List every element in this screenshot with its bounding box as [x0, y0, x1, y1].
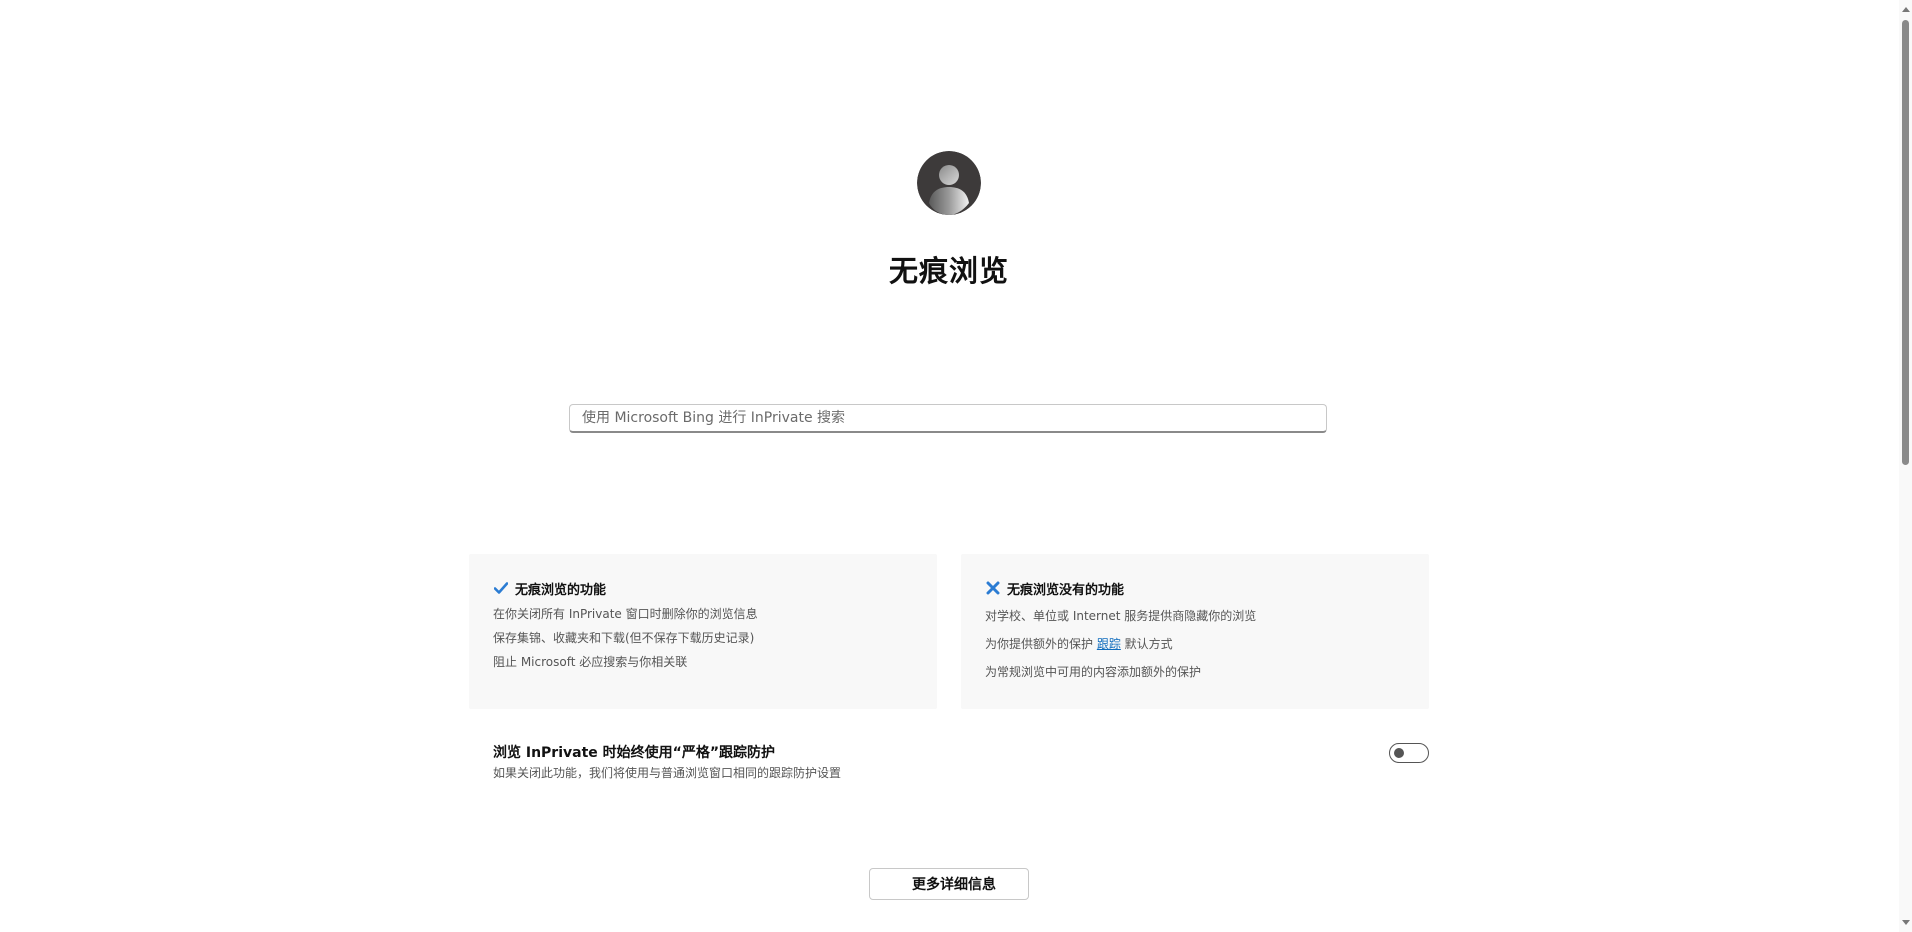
strict-tracking-description: 如果关闭此功能，我们将使用与普通浏览窗口相同的跟踪防护设置: [493, 766, 842, 780]
features-item: 阻止 Microsoft 必应搜索与你相关联: [493, 655, 688, 669]
features-item: 在你关闭所有 InPrivate 窗口时删除你的浏览信息: [493, 607, 758, 621]
page-title: 无痕浏览: [888, 254, 1009, 288]
strict-tracking-title: 浏览 InPrivate 时始终使用“严格”跟踪防护: [493, 745, 776, 761]
avatar-graphic: [917, 151, 981, 215]
more-details-button[interactable]: 更多详细信息: [869, 868, 1029, 900]
user-avatar-icon: [917, 151, 981, 215]
limits-card-title: 无痕浏览没有的功能: [1007, 582, 1125, 598]
strict-tracking-setting: 浏览 InPrivate 时始终使用“严格”跟踪防护 如果关闭此功能，我们将使用…: [493, 743, 1429, 787]
limits-item: 为常规浏览中可用的内容添加额外的保护: [985, 665, 1202, 679]
tracking-link[interactable]: 跟踪: [1097, 637, 1121, 651]
limits-card: 无痕浏览没有的功能 对学校、单位或 Internet 服务提供商隐藏你的浏览 为…: [961, 554, 1429, 709]
features-card-title: 无痕浏览的功能: [515, 582, 607, 598]
limits-item: 为你提供额外的保护 跟踪 默认方式: [985, 630, 1405, 658]
limits-item-suffix: 默认方式: [1120, 637, 1173, 651]
search-input[interactable]: [570, 405, 1326, 431]
toggle-knob: [1394, 748, 1404, 758]
scroll-up-arrow-icon[interactable]: [1902, 7, 1910, 12]
limits-item-prefix: 为你提供额外的保护: [985, 637, 1097, 651]
checkmark-icon: [493, 580, 509, 596]
strict-tracking-toggle[interactable]: [1389, 743, 1429, 763]
vertical-scrollbar[interactable]: [1899, 0, 1912, 932]
limits-card-header: 无痕浏览没有的功能: [985, 578, 1405, 598]
scroll-down-arrow-icon[interactable]: [1902, 920, 1910, 925]
features-card-header: 无痕浏览的功能: [493, 578, 913, 598]
scrollbar-thumb[interactable]: [1902, 20, 1909, 465]
features-card: 无痕浏览的功能 在你关闭所有 InPrivate 窗口时删除你的浏览信息 保存集…: [469, 554, 937, 709]
search-box[interactable]: [569, 404, 1327, 433]
limits-item: 对学校、单位或 Internet 服务提供商隐藏你的浏览: [985, 609, 1257, 623]
inprivate-new-tab-page: 无痕浏览 无痕浏览的功能 在你关闭所有 InPrivate 窗口时删除你的浏览信…: [0, 0, 1912, 932]
features-item: 保存集锦、收藏夹和下载(但不保存下载历史记录): [493, 631, 755, 645]
x-icon: [985, 580, 1001, 596]
